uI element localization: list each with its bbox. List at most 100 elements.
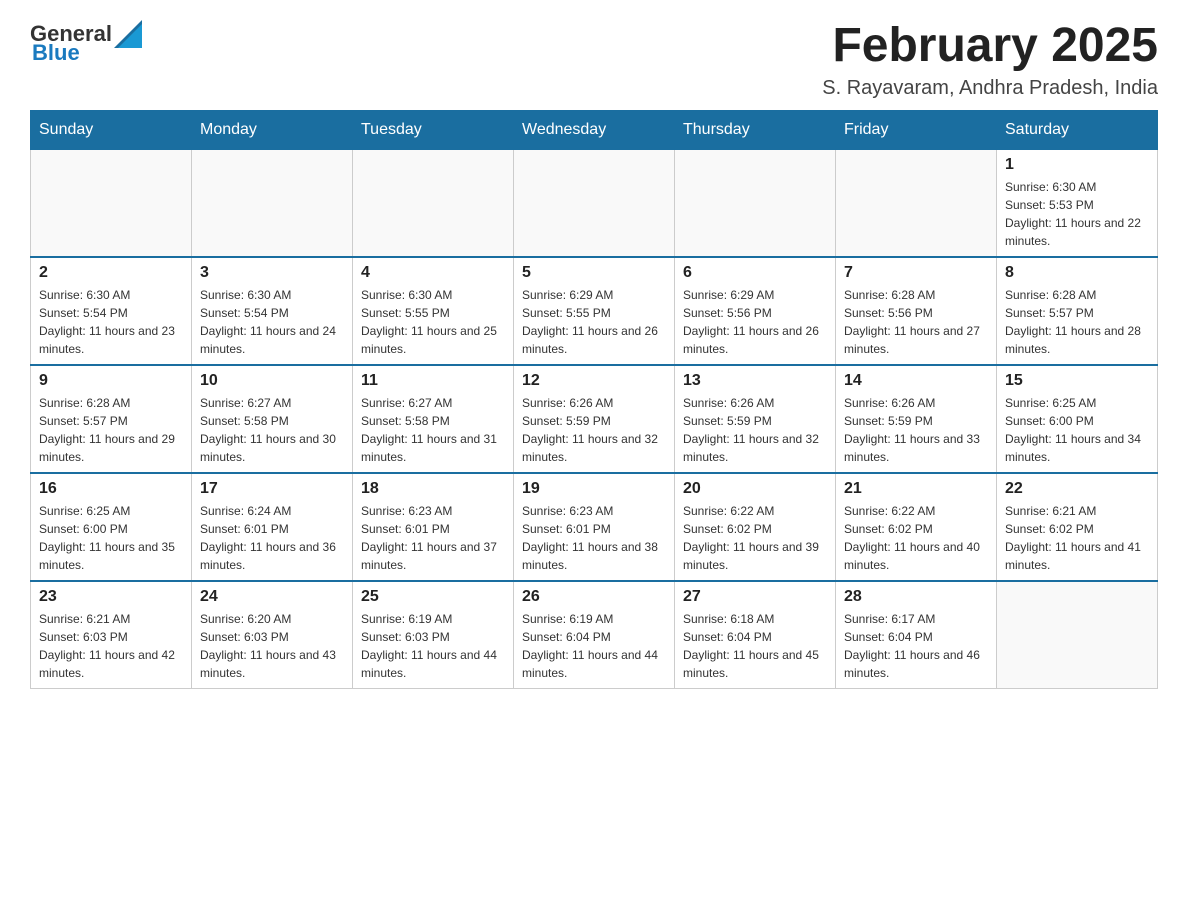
day-info: Sunrise: 6:28 AM Sunset: 5:57 PM Dayligh… <box>39 394 183 466</box>
day-number: 8 <box>1005 264 1149 282</box>
day-number: 15 <box>1005 372 1149 390</box>
calendar-cell: 24 Sunrise: 6:20 AM Sunset: 6:03 PM Dayli… <box>192 581 353 689</box>
calendar-cell: 2 Sunrise: 6:30 AM Sunset: 5:54 PM Daylig… <box>31 257 192 365</box>
calendar-cell <box>836 149 997 257</box>
day-number: 9 <box>39 372 183 390</box>
calendar-cell: 6 Sunrise: 6:29 AM Sunset: 5:56 PM Daylig… <box>675 257 836 365</box>
day-info: Sunrise: 6:17 AM Sunset: 6:04 PM Dayligh… <box>844 610 988 682</box>
day-number: 13 <box>683 372 827 390</box>
day-number: 18 <box>361 480 505 498</box>
day-header-monday: Monday <box>192 110 353 149</box>
day-info: Sunrise: 6:28 AM Sunset: 5:56 PM Dayligh… <box>844 286 988 358</box>
calendar-cell: 4 Sunrise: 6:30 AM Sunset: 5:55 PM Daylig… <box>353 257 514 365</box>
calendar-week-2: 2 Sunrise: 6:30 AM Sunset: 5:54 PM Daylig… <box>31 257 1158 365</box>
day-header-saturday: Saturday <box>997 110 1158 149</box>
day-info: Sunrise: 6:22 AM Sunset: 6:02 PM Dayligh… <box>683 502 827 574</box>
calendar-cell <box>997 581 1158 689</box>
day-number: 4 <box>361 264 505 282</box>
calendar-cell: 3 Sunrise: 6:30 AM Sunset: 5:54 PM Daylig… <box>192 257 353 365</box>
calendar-cell <box>675 149 836 257</box>
day-header-sunday: Sunday <box>31 110 192 149</box>
day-number: 20 <box>683 480 827 498</box>
calendar-cell: 19 Sunrise: 6:23 AM Sunset: 6:01 PM Dayli… <box>514 473 675 581</box>
day-info: Sunrise: 6:26 AM Sunset: 5:59 PM Dayligh… <box>844 394 988 466</box>
day-number: 2 <box>39 264 183 282</box>
day-number: 1 <box>1005 156 1149 174</box>
logo-icon <box>114 20 142 48</box>
calendar-cell: 17 Sunrise: 6:24 AM Sunset: 6:01 PM Dayli… <box>192 473 353 581</box>
day-info: Sunrise: 6:29 AM Sunset: 5:55 PM Dayligh… <box>522 286 666 358</box>
calendar-cell <box>192 149 353 257</box>
day-number: 16 <box>39 480 183 498</box>
day-info: Sunrise: 6:30 AM Sunset: 5:55 PM Dayligh… <box>361 286 505 358</box>
day-number: 25 <box>361 588 505 606</box>
day-header-friday: Friday <box>836 110 997 149</box>
logo-blue-text: Blue <box>32 40 80 66</box>
day-info: Sunrise: 6:21 AM Sunset: 6:03 PM Dayligh… <box>39 610 183 682</box>
day-number: 22 <box>1005 480 1149 498</box>
day-number: 24 <box>200 588 344 606</box>
day-header-tuesday: Tuesday <box>353 110 514 149</box>
day-number: 19 <box>522 480 666 498</box>
calendar-cell: 10 Sunrise: 6:27 AM Sunset: 5:58 PM Dayli… <box>192 365 353 473</box>
day-number: 5 <box>522 264 666 282</box>
day-number: 17 <box>200 480 344 498</box>
calendar-cell: 11 Sunrise: 6:27 AM Sunset: 5:58 PM Dayli… <box>353 365 514 473</box>
day-info: Sunrise: 6:29 AM Sunset: 5:56 PM Dayligh… <box>683 286 827 358</box>
day-info: Sunrise: 6:24 AM Sunset: 6:01 PM Dayligh… <box>200 502 344 574</box>
day-info: Sunrise: 6:27 AM Sunset: 5:58 PM Dayligh… <box>361 394 505 466</box>
day-number: 26 <box>522 588 666 606</box>
calendar-cell: 25 Sunrise: 6:19 AM Sunset: 6:03 PM Dayli… <box>353 581 514 689</box>
calendar-cell: 16Sunrise: 6:25 AM Sunset: 6:00 PM Dayli… <box>31 473 192 581</box>
day-info: Sunrise: 6:26 AM Sunset: 5:59 PM Dayligh… <box>683 394 827 466</box>
day-info: Sunrise: 6:21 AM Sunset: 6:02 PM Dayligh… <box>1005 502 1149 574</box>
day-number: 28 <box>844 588 988 606</box>
calendar-cell: 20 Sunrise: 6:22 AM Sunset: 6:02 PM Dayli… <box>675 473 836 581</box>
day-info: Sunrise: 6:23 AM Sunset: 6:01 PM Dayligh… <box>361 502 505 574</box>
calendar-cell: 27 Sunrise: 6:18 AM Sunset: 6:04 PM Dayli… <box>675 581 836 689</box>
calendar-cell: 22 Sunrise: 6:21 AM Sunset: 6:02 PM Dayli… <box>997 473 1158 581</box>
logo: General Blue <box>30 20 142 66</box>
day-info: Sunrise: 6:18 AM Sunset: 6:04 PM Dayligh… <box>683 610 827 682</box>
day-number: 7 <box>844 264 988 282</box>
day-number: 11 <box>361 372 505 390</box>
day-number: 6 <box>683 264 827 282</box>
main-title: February 2025 <box>822 20 1158 73</box>
day-header-thursday: Thursday <box>675 110 836 149</box>
day-number: 23 <box>39 588 183 606</box>
calendar-week-5: 23 Sunrise: 6:21 AM Sunset: 6:03 PM Dayli… <box>31 581 1158 689</box>
day-info: Sunrise: 6:30 AM Sunset: 5:54 PM Dayligh… <box>39 286 183 358</box>
calendar-week-1: 1 Sunrise: 6:30 AM Sunset: 5:53 PM Daylig… <box>31 149 1158 257</box>
calendar-cell: 8 Sunrise: 6:28 AM Sunset: 5:57 PM Daylig… <box>997 257 1158 365</box>
day-info: Sunrise: 6:30 AM Sunset: 5:53 PM Dayligh… <box>1005 178 1149 250</box>
calendar-cell: 21Sunrise: 6:22 AM Sunset: 6:02 PM Dayli… <box>836 473 997 581</box>
calendar-cell: 14 Sunrise: 6:26 AM Sunset: 5:59 PM Dayli… <box>836 365 997 473</box>
calendar-cell: 23 Sunrise: 6:21 AM Sunset: 6:03 PM Dayli… <box>31 581 192 689</box>
page-header: General Blue February 2025 S. Rayavaram,… <box>30 20 1158 100</box>
day-info: Sunrise: 6:20 AM Sunset: 6:03 PM Dayligh… <box>200 610 344 682</box>
day-info: Sunrise: 6:27 AM Sunset: 5:58 PM Dayligh… <box>200 394 344 466</box>
calendar-cell <box>353 149 514 257</box>
calendar-cell: 1 Sunrise: 6:30 AM Sunset: 5:53 PM Daylig… <box>997 149 1158 257</box>
day-info: Sunrise: 6:26 AM Sunset: 5:59 PM Dayligh… <box>522 394 666 466</box>
calendar-cell <box>514 149 675 257</box>
day-info: Sunrise: 6:19 AM Sunset: 6:03 PM Dayligh… <box>361 610 505 682</box>
calendar-cell <box>31 149 192 257</box>
calendar-week-3: 9 Sunrise: 6:28 AM Sunset: 5:57 PM Daylig… <box>31 365 1158 473</box>
calendar-cell: 5 Sunrise: 6:29 AM Sunset: 5:55 PM Daylig… <box>514 257 675 365</box>
day-number: 14 <box>844 372 988 390</box>
day-info: Sunrise: 6:23 AM Sunset: 6:01 PM Dayligh… <box>522 502 666 574</box>
day-info: Sunrise: 6:30 AM Sunset: 5:54 PM Dayligh… <box>200 286 344 358</box>
day-number: 27 <box>683 588 827 606</box>
calendar-cell: 15 Sunrise: 6:25 AM Sunset: 6:00 PM Dayli… <box>997 365 1158 473</box>
calendar-cell: 9 Sunrise: 6:28 AM Sunset: 5:57 PM Daylig… <box>31 365 192 473</box>
calendar-cell: 26Sunrise: 6:19 AM Sunset: 6:04 PM Dayli… <box>514 581 675 689</box>
day-info: Sunrise: 6:28 AM Sunset: 5:57 PM Dayligh… <box>1005 286 1149 358</box>
day-number: 10 <box>200 372 344 390</box>
calendar-header-row: SundayMondayTuesdayWednesdayThursdayFrid… <box>31 110 1158 149</box>
day-info: Sunrise: 6:22 AM Sunset: 6:02 PM Dayligh… <box>844 502 988 574</box>
day-header-wednesday: Wednesday <box>514 110 675 149</box>
day-info: Sunrise: 6:25 AM Sunset: 6:00 PM Dayligh… <box>1005 394 1149 466</box>
calendar-cell: 28 Sunrise: 6:17 AM Sunset: 6:04 PM Dayli… <box>836 581 997 689</box>
day-number: 3 <box>200 264 344 282</box>
